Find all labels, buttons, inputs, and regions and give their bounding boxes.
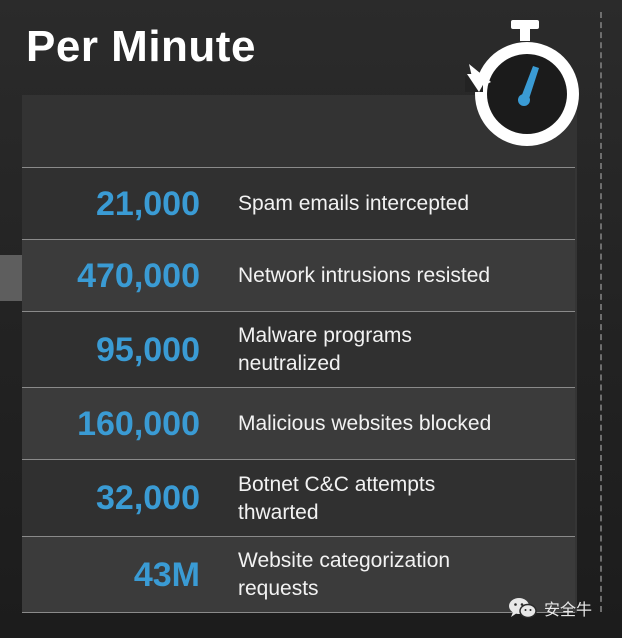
stat-label: Malicious websites blocked — [238, 412, 492, 435]
stat-row: 32,000 Botnet C&C attempts thwarted — [22, 459, 575, 537]
stat-row: 470,000 Network intrusions resisted — [22, 239, 575, 312]
watermark: 安全牛 — [508, 596, 592, 620]
stat-value: 95,000 — [96, 330, 200, 369]
stat-value: 32,000 — [96, 479, 200, 517]
wechat-icon — [509, 598, 537, 619]
page-title: Per Minute — [26, 22, 256, 71]
watermark-text: 安全牛 — [544, 602, 593, 619]
stat-row: 160,000 Malicious websites blocked — [22, 387, 575, 460]
stat-value: 160,000 — [77, 404, 200, 443]
stat-label: Malware programs neutralized — [238, 324, 412, 375]
stat-row: 21,000 Spam emails intercepted — [22, 167, 575, 240]
stat-value: 43M — [133, 555, 200, 594]
stat-value: 470,000 — [77, 256, 200, 295]
table-bottom-border — [22, 612, 575, 613]
stat-label: Website categorization requests — [238, 549, 451, 600]
stat-row: 43M Website categorization requests — [22, 536, 575, 613]
stat-label: Botnet C&C attempts thwarted — [238, 472, 436, 524]
stat-label: Spam emails intercepted — [238, 192, 470, 215]
stopwatch-icon — [465, 20, 579, 146]
stat-row: 95,000 Malware programs neutralized — [22, 311, 575, 388]
stat-value: 21,000 — [96, 184, 200, 223]
stat-label: Network intrusions resisted — [238, 264, 491, 287]
dashed-divider — [600, 12, 602, 612]
